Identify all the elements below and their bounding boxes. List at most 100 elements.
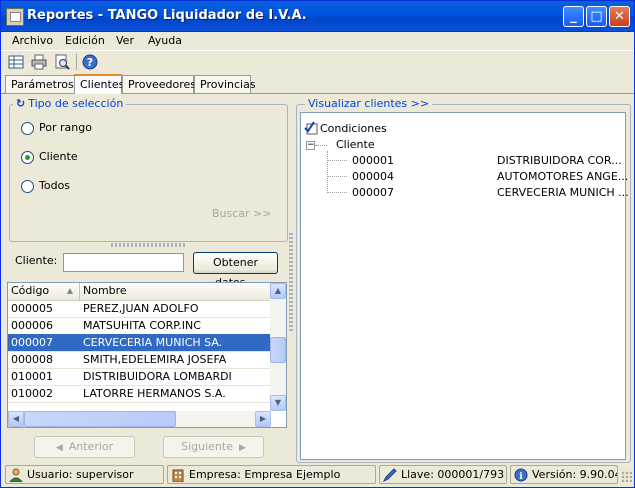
get-data-button[interactable]: Obtener datos... xyxy=(193,252,278,289)
grid-horizontal-scrollbar[interactable]: ◀ ▶ xyxy=(8,411,271,427)
column-header-nombre[interactable]: Nombre xyxy=(80,283,271,300)
toolbar: ? xyxy=(1,50,634,73)
menu-ayuda[interactable]: Ayuda xyxy=(148,34,182,47)
table-row[interactable]: 000005 PEREZ,JUAN ADOLFO xyxy=(8,300,271,318)
cell-code: 010002 xyxy=(11,387,53,400)
status-user: Usuario: supervisor xyxy=(5,465,164,484)
window-title: Reportes - TANGO Liquidador de I.V.A. xyxy=(27,8,307,23)
tab-proveedores[interactable]: Proveedores xyxy=(122,75,196,93)
cell-code: 000006 xyxy=(11,319,53,332)
resize-grip[interactable] xyxy=(621,471,632,482)
cell-name: LATORRE HERMANOS S.A. xyxy=(83,387,226,400)
tree-line xyxy=(327,192,347,193)
sort-ascending-icon: ▲ xyxy=(66,286,73,295)
close-icon: ✕ xyxy=(614,9,625,24)
grid-vertical-scrollbar[interactable]: ▲ ▼ xyxy=(270,283,286,411)
svg-text:?: ? xyxy=(87,56,93,69)
scroll-up-icon[interactable]: ▲ xyxy=(270,283,286,299)
menu-ver[interactable]: Ver xyxy=(116,34,134,47)
cell-name: MATSUHITA CORP.INC xyxy=(83,319,201,332)
search-link[interactable]: Buscar >> xyxy=(212,207,272,220)
table-row[interactable]: 010002 LATORRE HERMANOS S.A. xyxy=(8,385,271,403)
radio-por-rango[interactable]: Por rango xyxy=(21,121,92,135)
print-icon[interactable] xyxy=(31,54,47,70)
table-row[interactable]: 010001 DISTRIBUIDORA LOMBARDI xyxy=(8,368,271,386)
tree-item-code[interactable]: 000004 xyxy=(352,170,394,183)
minimize-button[interactable]: _ xyxy=(563,6,584,27)
tree-item-code[interactable]: 000001 xyxy=(352,154,394,167)
radio-label: Todos xyxy=(39,179,71,192)
maximize-button[interactable]: □ xyxy=(586,6,607,27)
arrow-right-icon: ▶ xyxy=(238,443,246,453)
cell-code: 000007 xyxy=(11,336,53,349)
maximize-icon: □ xyxy=(590,9,603,24)
previous-button[interactable]: ◀ Anterior xyxy=(34,436,135,458)
print-preview-icon[interactable] xyxy=(54,54,70,70)
title-bar[interactable]: Reportes - TANGO Liquidador de I.V.A. _ … xyxy=(1,1,634,32)
table-row[interactable]: 000006 MATSUHITA CORP.INC xyxy=(8,317,271,335)
tree-line xyxy=(327,160,347,161)
help-icon[interactable]: ? xyxy=(82,54,98,70)
close-button[interactable]: ✕ xyxy=(609,6,630,27)
menu-archivo[interactable]: Archivo xyxy=(12,34,53,47)
tree-line xyxy=(315,145,327,146)
tree-root[interactable]: Condiciones xyxy=(320,122,387,135)
radio-button[interactable] xyxy=(21,121,34,135)
client-input[interactable] xyxy=(63,253,184,272)
info-icon: i xyxy=(514,468,528,482)
user-icon xyxy=(9,468,23,482)
cell-code: 010001 xyxy=(11,370,53,383)
status-version: i Versión: 9.90.040 xyxy=(510,465,618,484)
cell-code: 000005 xyxy=(11,302,53,315)
menu-edicion[interactable]: Edición xyxy=(65,34,105,47)
scroll-thumb-vertical[interactable] xyxy=(270,337,286,363)
radio-cliente[interactable]: Cliente xyxy=(21,150,78,164)
menu-bar: Archivo Edición Ver Ayuda xyxy=(1,32,634,50)
tab-provincias[interactable]: Provincias xyxy=(194,75,256,93)
grid-view-icon[interactable] xyxy=(8,54,24,70)
status-key: Llave: 000001/793 xyxy=(379,465,507,484)
scroll-left-icon[interactable]: ◀ xyxy=(8,411,24,427)
grid-header: Código ▲ Nombre xyxy=(8,283,271,301)
radio-label: Cliente xyxy=(39,150,78,163)
collapse-icon[interactable]: − xyxy=(306,141,315,150)
cell-name: SMITH,EDELEMIRA JOSEFA xyxy=(83,353,227,366)
app-window: Reportes - TANGO Liquidador de I.V.A. _ … xyxy=(0,0,635,488)
status-company: Empresa: Empresa Ejemplo xyxy=(167,465,376,484)
tree-branch[interactable]: Cliente xyxy=(336,138,375,151)
scroll-right-icon[interactable]: ▶ xyxy=(255,411,271,427)
cell-name: DISTRIBUIDORA LOMBARDI xyxy=(83,370,232,383)
splitter-grip-vertical[interactable] xyxy=(289,233,293,333)
preview-title[interactable]: Visualizar clientes >> xyxy=(305,97,433,110)
tree-item-name: DISTRIBUIDORA COR... xyxy=(497,154,622,167)
clients-grid[interactable]: Código ▲ Nombre 000005 PEREZ,JUAN ADOLFO … xyxy=(7,282,287,428)
table-row-selected[interactable]: 000007 CERVECERIA MUNICH SA. xyxy=(8,334,271,352)
cell-name: PEREZ,JUAN ADOLFO xyxy=(83,302,199,315)
status-bar: Usuario: supervisor Empresa: Empresa Eje… xyxy=(1,463,634,487)
tree-item-name: AUTOMOTORES ANGE... xyxy=(497,170,629,183)
tree-item-name: CERVECERIA MUNICH ... xyxy=(497,186,629,199)
scroll-thumb-horizontal[interactable] xyxy=(24,411,176,427)
svg-text:i: i xyxy=(519,472,523,482)
building-icon xyxy=(172,469,184,482)
table-row[interactable]: 000008 SMITH,EDELEMIRA JOSEFA xyxy=(8,351,271,369)
checklist-icon xyxy=(304,121,318,135)
clients-tree[interactable]: Condiciones − Cliente 000001 DISTRIBUIDO… xyxy=(300,112,629,460)
selection-group-title: ↻ Tipo de selección xyxy=(13,97,127,110)
radio-todos[interactable]: Todos xyxy=(21,179,70,193)
tab-clientes[interactable]: Clientes xyxy=(74,74,124,94)
column-header-codigo[interactable]: Código ▲ xyxy=(8,283,80,300)
tab-parametros[interactable]: Parámetros xyxy=(5,75,75,93)
splitter-grip-horizontal[interactable] xyxy=(111,243,185,247)
scroll-down-icon[interactable]: ▼ xyxy=(270,395,286,411)
tree-line xyxy=(327,151,328,193)
tree-item-code[interactable]: 000007 xyxy=(352,186,394,199)
cell-code: 000008 xyxy=(11,353,53,366)
tree-line xyxy=(327,176,347,177)
radio-button[interactable] xyxy=(21,150,34,164)
client-field-label: Cliente: xyxy=(15,254,58,267)
radio-button[interactable] xyxy=(21,179,34,193)
radio-label: Por rango xyxy=(39,121,92,134)
next-button[interactable]: Siguiente ▶ xyxy=(163,436,264,458)
toolbar-separator xyxy=(76,54,77,70)
